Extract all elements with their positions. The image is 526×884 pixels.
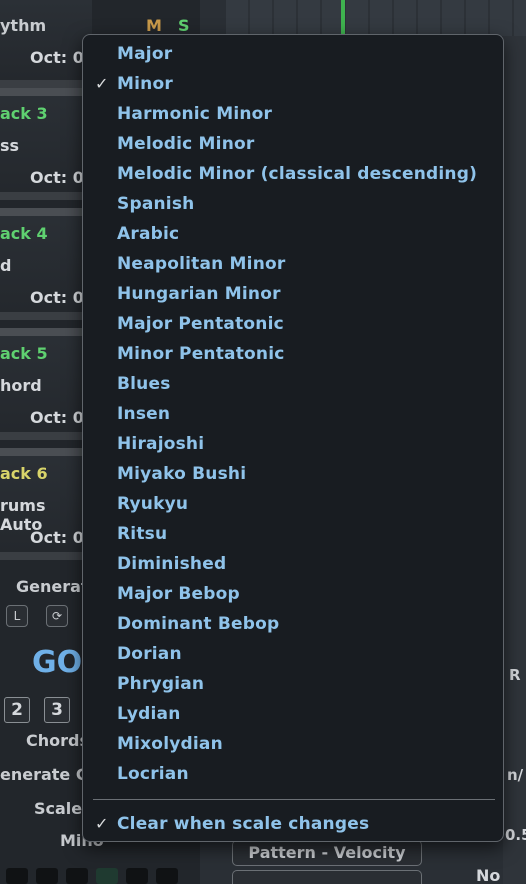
preset-3-button[interactable]: 3 [44,697,70,723]
menu-item-major-pentatonic[interactable]: Major Pentatonic [117,309,497,339]
menu-item-harmonic-minor[interactable]: Harmonic Minor [117,99,497,129]
menu-item-melodic-minor[interactable]: Melodic Minor [117,129,497,159]
menu-item-locrian[interactable]: Locrian [117,759,497,789]
n-label: n/ [507,766,524,784]
pattern-velocity-button[interactable]: Pattern - Velocity [232,840,422,866]
track-name: ack 4 [0,224,48,243]
refresh-icon[interactable]: ⟳ [46,605,68,627]
menu-item-melodic-minor-classical-descending[interactable]: Melodic Minor (classical descending) [117,159,497,189]
track-divider [0,448,92,456]
menu-item-dominant-bebop[interactable]: Dominant Bebop [117,609,497,639]
menu-item-phrygian[interactable]: Phrygian [117,669,497,699]
menu-item-diminished[interactable]: Diminished [117,549,497,579]
menu-separator [93,799,495,800]
bottom-button[interactable] [232,870,422,884]
track-divider [0,88,92,96]
key[interactable] [66,868,88,884]
key[interactable] [126,868,148,884]
track-name: ack 3 [0,104,48,123]
track-name: ack 5 [0,344,48,363]
generate-label: Generat [16,577,89,596]
octave-value[interactable]: Oct: 0 [30,48,84,67]
menu-item-clear-when-scale-changes[interactable]: Clear when scale changes [117,809,497,839]
menu-item-minor[interactable]: Minor [117,69,497,99]
keyboard-strip [0,868,200,884]
track-rhythm[interactable]: ythm Oct: 0 [0,0,92,88]
menu-item-insen[interactable]: Insen [117,399,497,429]
key[interactable] [36,868,58,884]
track-name: ythm [0,16,47,35]
menu-item-neapolitan-minor[interactable]: Neapolitan Minor [117,249,497,279]
generate-chords-button[interactable]: enerate Cl [0,765,93,784]
octave-value[interactable]: Oct: 0 [30,528,84,547]
track-instrument: ss [0,136,20,155]
checkmark-icon: ✓ [95,814,109,833]
scale-dropdown-menu: Major ✓ Minor Harmonic Minor Melodic Minor Me… [82,34,504,842]
menu-item-major-bebop[interactable]: Major Bebop [117,579,497,609]
track-4[interactable]: ack 4 d Oct: 0 [0,208,92,320]
r-label: R [509,666,521,684]
piano-roll[interactable] [226,0,526,36]
go-button[interactable]: GO [32,645,82,680]
mute-button[interactable]: M [146,16,162,35]
menu-item-dorian[interactable]: Dorian [117,639,497,669]
menu-item-arabic[interactable]: Arabic [117,219,497,249]
menu-item-hirajoshi[interactable]: Hirajoshi [117,429,497,459]
chords-label: Chords [26,731,89,750]
track-3[interactable]: ack 3 ss Oct: 0 [0,88,92,200]
menu-item-miyako-bushi[interactable]: Miyako Bushi [117,459,497,489]
menu-item-mixolydian[interactable]: Mixolydian [117,729,497,759]
checkmark-icon: ✓ [95,74,109,93]
solo-button[interactable]: S [178,16,190,35]
track-divider [0,208,92,216]
playhead [341,0,345,36]
track-name: ack 6 [0,464,48,483]
key[interactable] [96,868,118,884]
track-divider [0,328,92,336]
menu-item-major[interactable]: Major [117,39,497,69]
lock-button[interactable]: L [6,605,28,627]
menu-item-lydian[interactable]: Lydian [117,699,497,729]
menu-item-minor-pentatonic[interactable]: Minor Pentatonic [117,339,497,369]
no-value: No [476,866,501,884]
track-instrument: hord [0,376,42,395]
track-6[interactable]: ack 6 rums Auto Oct: 0 [0,448,92,560]
menu-item-spanish[interactable]: Spanish [117,189,497,219]
side-controls: R n/ 0.5 [503,36,526,884]
octave-value[interactable]: Oct: 0 [30,288,84,307]
octave-value[interactable]: Oct: 0 [30,408,84,427]
octave-value[interactable]: Oct: 0 [30,168,84,187]
track-5[interactable]: ack 5 hord Oct: 0 [0,328,92,440]
preset-2-button[interactable]: 2 [4,697,30,723]
value-label: 0.5 [505,826,526,844]
menu-item-ryukyu[interactable]: Ryukyu [117,489,497,519]
menu-item-ritsu[interactable]: Ritsu [117,519,497,549]
key[interactable] [156,868,178,884]
menu-item-hungarian-minor[interactable]: Hungarian Minor [117,279,497,309]
menu-item-blues[interactable]: Blues [117,369,497,399]
key[interactable] [6,868,28,884]
scale-label: Scale [34,799,83,818]
track-instrument: d [0,256,12,275]
